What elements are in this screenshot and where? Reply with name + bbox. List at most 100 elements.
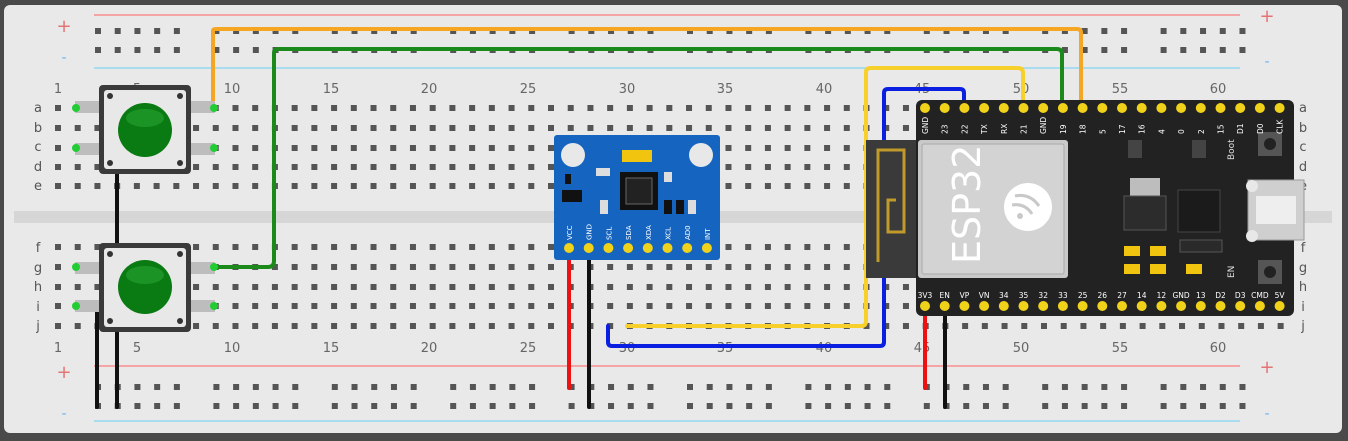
hole	[824, 105, 831, 111]
esp32-pin-bottom[interactable]	[1156, 301, 1167, 311]
esp32-pin-bottom[interactable]	[1176, 301, 1187, 311]
col-label-top: 55	[1112, 82, 1129, 97]
esp32-pin-top[interactable]	[1195, 103, 1206, 113]
esp32-pin-top[interactable]	[939, 103, 950, 113]
mpu-pin-label: SDA	[625, 225, 633, 240]
esp32-pin-label: 12	[1157, 291, 1167, 300]
hole	[764, 284, 771, 290]
esp32-pin-bottom[interactable]	[1057, 301, 1068, 311]
esp32-pin-top[interactable]	[959, 103, 970, 113]
hole	[193, 164, 200, 170]
esp32-pin-bottom[interactable]	[979, 301, 990, 311]
hole	[350, 164, 357, 170]
hole	[843, 125, 850, 131]
hole	[350, 303, 357, 309]
rail-hole	[608, 384, 615, 390]
esp32-pin-top[interactable]	[1235, 103, 1246, 113]
hole	[469, 183, 476, 189]
esp32-pin-top[interactable]	[1156, 103, 1167, 113]
esp32-pin-top[interactable]	[920, 103, 930, 113]
esp32-pin-bottom[interactable]	[1254, 301, 1265, 311]
rail-hole	[1180, 47, 1187, 53]
smd-led	[1124, 264, 1140, 274]
hole	[488, 264, 495, 270]
esp32-pin-top[interactable]	[1176, 103, 1187, 113]
mpu-pin[interactable]	[564, 243, 574, 253]
mpu-pin[interactable]	[662, 243, 673, 253]
rail-hole	[982, 403, 989, 409]
esp32-pin-bottom[interactable]	[1274, 301, 1285, 311]
rail-hole	[706, 384, 713, 390]
rail-hole	[706, 403, 713, 409]
esp32-pin-bottom[interactable]	[1097, 301, 1108, 311]
col-label-top: 30	[619, 82, 636, 97]
rail-plus-top-left: +	[56, 16, 71, 37]
hole	[74, 125, 81, 131]
hole	[784, 284, 791, 290]
mpu-pin[interactable]	[583, 243, 594, 253]
esp32-pin-bottom[interactable]	[1018, 301, 1029, 311]
esp32-pin-bottom[interactable]	[939, 301, 950, 311]
rail-minus-top-right: -	[1264, 54, 1269, 70]
rail-hole	[1121, 28, 1128, 34]
esp32-pin-top[interactable]	[1254, 103, 1265, 113]
row-label-right: d	[1299, 160, 1307, 175]
hole	[528, 125, 535, 131]
hole	[607, 264, 614, 270]
esp32-pin-bottom[interactable]	[1235, 301, 1246, 311]
hole	[331, 264, 338, 270]
esp32-pin-bottom[interactable]	[1038, 301, 1049, 311]
hole	[764, 145, 771, 151]
hole	[745, 125, 752, 131]
esp32-pin-top[interactable]	[1117, 103, 1127, 113]
hole	[508, 105, 515, 111]
mpu6050-module[interactable]: VCC GND SCL SDA XDA XCL AD0 INT	[554, 135, 720, 260]
hole	[725, 284, 732, 290]
rail-hole	[805, 384, 812, 390]
esp32-pin-bottom[interactable]	[1215, 301, 1226, 311]
row-label-right: g	[1299, 261, 1307, 276]
esp32-pin-label: 2	[1197, 129, 1206, 134]
hole	[409, 244, 416, 250]
hole	[429, 105, 436, 111]
hole	[843, 145, 850, 151]
esp32-pin-bottom[interactable]	[1117, 301, 1127, 311]
hole	[548, 244, 554, 250]
esp32-pin-top[interactable]	[1136, 103, 1147, 113]
rail-hole	[371, 403, 378, 409]
esp32-board[interactable]: ESP32 Boot EN GND 23 22 TX RX 21 GND 19 18 5 17 16 4…	[866, 100, 1305, 316]
col-label-bottom: 40	[816, 341, 833, 356]
hole	[843, 244, 850, 250]
hole	[666, 284, 673, 290]
esp32-pin-bottom[interactable]	[1195, 301, 1206, 311]
esp32-pin-top[interactable]	[1097, 103, 1108, 113]
hole	[153, 183, 160, 189]
esp32-pin-bottom[interactable]	[959, 301, 970, 311]
mpu-pin[interactable]	[642, 243, 653, 253]
esp32-pin-bottom[interactable]	[998, 301, 1009, 311]
mpu-pin[interactable]	[701, 243, 712, 253]
esp32-pin-bottom[interactable]	[1136, 301, 1147, 311]
hole	[902, 125, 909, 131]
esp32-pin-top[interactable]	[979, 103, 990, 113]
esp32-pin-top[interactable]	[1215, 103, 1226, 113]
esp32-pin-top[interactable]	[1057, 103, 1068, 113]
esp32-pin-top[interactable]	[1274, 103, 1285, 113]
hole	[331, 303, 338, 309]
esp32-pin-bottom[interactable]	[1077, 301, 1088, 311]
hole	[350, 264, 357, 270]
hole	[784, 145, 791, 151]
esp32-pin-label: 4	[1157, 129, 1166, 134]
col-label-top: 25	[520, 82, 537, 97]
esp32-pin-top[interactable]	[1038, 103, 1049, 113]
hole	[55, 264, 61, 270]
mpu-pin[interactable]	[682, 243, 693, 253]
esp32-pin-bottom[interactable]	[920, 301, 930, 311]
hole	[843, 303, 850, 309]
mpu-pin[interactable]	[603, 243, 614, 253]
esp32-pin-top[interactable]	[998, 103, 1009, 113]
esp32-pin-top[interactable]	[1018, 103, 1029, 113]
mpu-pin[interactable]	[623, 243, 634, 253]
hole	[1277, 323, 1284, 329]
esp32-pin-top[interactable]	[1077, 103, 1088, 113]
